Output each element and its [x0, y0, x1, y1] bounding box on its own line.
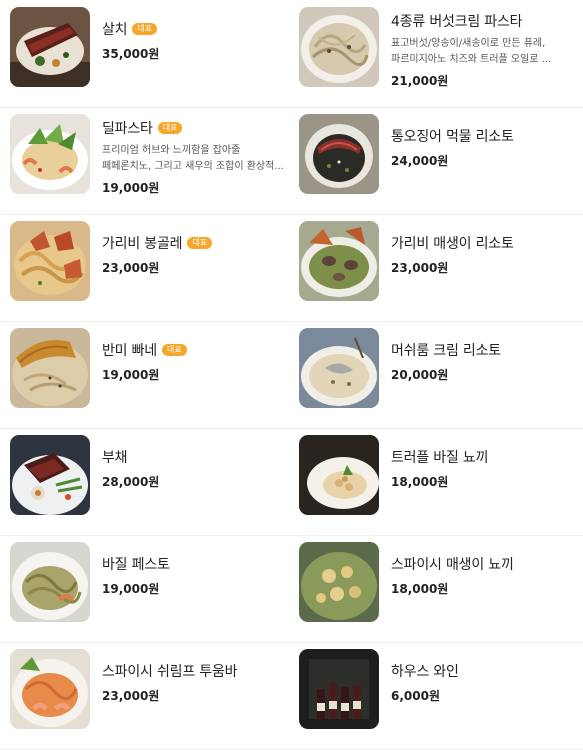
food-photo-mushroom-cream-risotto [299, 328, 379, 408]
menu-item-name: 가리비 매생이 리소토 [391, 236, 514, 252]
menu-item-name: 하우스 와인 [391, 664, 459, 680]
menu-item-house-wine[interactable]: 하우스 와인 6,000원 [293, 643, 583, 750]
food-photo-salchi [10, 7, 90, 87]
menu-item-price: 18,000원 [391, 582, 449, 596]
menu-item-info: 바질 페스토 19,000원 [102, 554, 289, 597]
menu-item-name: 스파이시 매생이 뇨끼 [391, 557, 514, 573]
food-photo-mushroom-cream-pasta [299, 7, 379, 87]
menu-item-price: 20,000원 [391, 368, 449, 382]
menu-item-name: 반미 빠네 [102, 343, 157, 359]
menu-item-price: 28,000원 [102, 475, 160, 489]
menu-item-dill-pasta[interactable]: 딜파스타 대표 프리미엄 허브와 느끼함을 잡아줄 페페론치노, 그리고 새우의… [0, 108, 293, 215]
food-photo-scallop-seaweed-risotto [299, 221, 379, 301]
signature-badge: 대표 [161, 344, 187, 356]
menu-item-mushroom-cream-risotto[interactable]: 머쉬룸 크림 리소토 20,000원 [293, 322, 583, 429]
menu-item-info: 스파이시 쉬림프 투움바 23,000원 [102, 661, 289, 704]
menu-item-info: 살치 대표 35,000원 [102, 19, 289, 62]
menu-item-info: 가리비 봉골레 대표 23,000원 [102, 233, 289, 276]
menu-item-scallop-seaweed-risotto[interactable]: 가리비 매생이 리소토 23,000원 [293, 215, 583, 322]
signature-badge: 대표 [187, 237, 213, 249]
menu-item-info: 머쉬룸 크림 리소토 20,000원 [391, 340, 575, 383]
menu-item-salchi[interactable]: 살치 대표 35,000원 [0, 1, 293, 108]
menu-item-name: 딜파스타 [102, 121, 153, 137]
menu-item-scallop-vongole[interactable]: 가리비 봉골레 대표 23,000원 [0, 215, 293, 322]
menu-item-info: 트러플 바질 뇨끼 18,000원 [391, 447, 575, 490]
menu-item-info: 딜파스타 대표 프리미엄 허브와 느끼함을 잡아줄 페페론치노, 그리고 새우의… [102, 118, 289, 196]
menu-item-name: 바질 페스토 [102, 557, 170, 573]
food-photo-spicy-seaweed-gnocchi [299, 542, 379, 622]
menu-item-price: 18,000원 [391, 475, 449, 489]
food-photo-scallop-vongole [10, 221, 90, 301]
menu-item-squid-ink-risotto[interactable]: 통오징어 먹물 리소토 24,000원 [293, 108, 583, 215]
menu-item-info: 스파이시 매생이 뇨끼 18,000원 [391, 554, 575, 597]
menu-item-description: 표고버섯/양송이/새송이로 만든 퓨레, 파르미지아노 치즈와 트러플 오일로 … [391, 38, 552, 65]
menu-item-price: 19,000원 [102, 368, 160, 382]
food-photo-banh-mi-pane [10, 328, 90, 408]
menu-item-name: 스파이시 쉬림프 투움바 [102, 664, 238, 680]
menu-item-price: 19,000원 [102, 582, 160, 596]
menu-item-name: 부채 [102, 450, 128, 466]
menu-grid: 살치 대표 35,000원 4종류 버섯크림 파스타 표고버섯/양송이/새송이로… [0, 0, 583, 750]
menu-item-price: 24,000원 [391, 154, 449, 168]
menu-item-name: 4종류 버섯크림 파스타 [391, 14, 523, 30]
menu-item-basil-pesto[interactable]: 바질 페스토 19,000원 [0, 536, 293, 643]
menu-item-price: 23,000원 [102, 261, 160, 275]
menu-item-name: 가리비 봉골레 [102, 236, 183, 252]
food-photo-spicy-shrimp-toowoomba [10, 649, 90, 729]
menu-item-price: 23,000원 [102, 689, 160, 703]
food-photo-truffle-basil-gnocchi [299, 435, 379, 515]
menu-item-description: 프리미엄 허브와 느끼함을 잡아줄 페페론치노, 그리고 새우의 조합이 환상적… [102, 145, 284, 172]
menu-item-info: 하우스 와인 6,000원 [391, 661, 575, 704]
food-photo-basil-pesto [10, 542, 90, 622]
food-photo-squid-ink-risotto [299, 114, 379, 194]
menu-item-info: 반미 빠네 대표 19,000원 [102, 340, 289, 383]
menu-item-price: 21,000원 [391, 74, 449, 88]
menu-item-mushroom-cream-pasta[interactable]: 4종류 버섯크림 파스타 표고버섯/양송이/새송이로 만든 퓨레, 파르미지아노… [293, 1, 583, 108]
menu-item-price: 35,000원 [102, 47, 160, 61]
menu-item-spicy-shrimp-toowoomba[interactable]: 스파이시 쉬림프 투움바 23,000원 [0, 643, 293, 750]
menu-item-price: 19,000원 [102, 181, 160, 195]
menu-item-info: 통오징어 먹물 리소토 24,000원 [391, 126, 575, 169]
menu-item-banh-mi-pane[interactable]: 반미 빠네 대표 19,000원 [0, 322, 293, 429]
menu-item-price: 6,000원 [391, 689, 440, 703]
menu-item-name: 통오징어 먹물 리소토 [391, 129, 514, 145]
food-photo-house-wine [299, 649, 379, 729]
menu-item-name: 머쉬룸 크림 리소토 [391, 343, 501, 359]
menu-item-price: 23,000원 [391, 261, 449, 275]
menu-item-name: 트러플 바질 뇨끼 [391, 450, 489, 466]
menu-item-flat-iron[interactable]: 부채 28,000원 [0, 429, 293, 536]
menu-item-truffle-basil-gnocchi[interactable]: 트러플 바질 뇨끼 18,000원 [293, 429, 583, 536]
menu-item-info: 부채 28,000원 [102, 447, 289, 490]
menu-item-name: 살치 [102, 22, 128, 38]
signature-badge: 대표 [132, 23, 158, 35]
food-photo-dill-pasta [10, 114, 90, 194]
menu-item-info: 가리비 매생이 리소토 23,000원 [391, 233, 575, 276]
menu-item-info: 4종류 버섯크림 파스타 표고버섯/양송이/새송이로 만든 퓨레, 파르미지아노… [391, 11, 575, 89]
menu-item-spicy-seaweed-gnocchi[interactable]: 스파이시 매생이 뇨끼 18,000원 [293, 536, 583, 643]
food-photo-flat-iron [10, 435, 90, 515]
signature-badge: 대표 [157, 122, 183, 134]
